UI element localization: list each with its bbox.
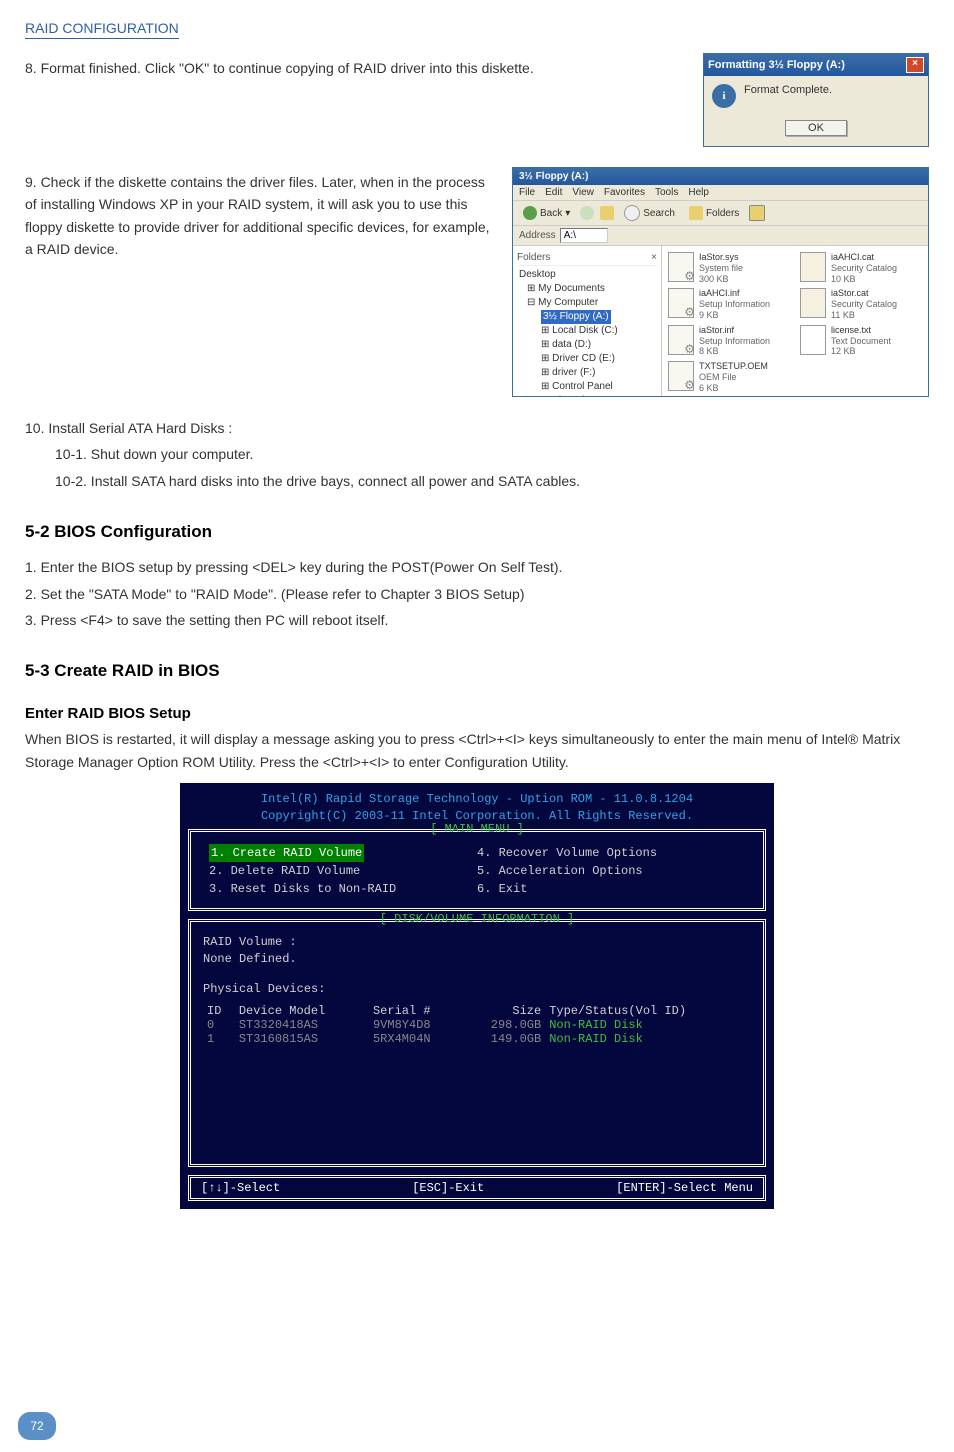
file-item[interactable]: license.txtText Document12 KB [800, 325, 922, 357]
bios-menu-exit[interactable]: 6. Exit [477, 880, 745, 898]
info-icon: i [712, 84, 736, 108]
sidebar-title: Folders [517, 252, 550, 263]
tree-desktop[interactable]: Desktop [519, 268, 657, 282]
bios-footer-exit: [ESC]-Exit [412, 1181, 484, 1195]
bios-header-line1: Intel(R) Rapid Storage Technology - Upti… [182, 791, 772, 808]
search-button[interactable]: Search [620, 204, 679, 222]
dialog-message: Format Complete. [744, 84, 832, 96]
step-10-text: 10. Install Serial ATA Hard Disks : [25, 417, 929, 439]
explorer-toolbar: Back ▾ Search Folders [513, 200, 928, 226]
s52-step3: 3. Press <F4> to save the setting then P… [25, 609, 929, 631]
up-icon[interactable] [600, 206, 614, 220]
file-icon [668, 288, 694, 318]
s52-step1: 1. Enter the BIOS setup by pressing <DEL… [25, 556, 929, 578]
folders-icon [689, 206, 703, 220]
file-icon [668, 325, 694, 355]
bios-raid-volume-value: None Defined. [203, 951, 751, 968]
bios-footer-select: [↑↓]-Select [201, 1181, 280, 1195]
folders-button[interactable]: Folders [685, 205, 743, 221]
tree-floppy[interactable]: 3½ Floppy (A:) [541, 310, 611, 324]
tree-mydocs[interactable]: My Documents [538, 283, 605, 294]
page-number-badge: 72 [18, 1412, 56, 1440]
tree-shared[interactable]: Shared Documents [552, 395, 638, 396]
file-icon [668, 252, 694, 282]
step-9-text: 9. Check if the diskette contains the dr… [25, 171, 492, 261]
explorer-window: 3½ Floppy (A:) File Edit View Favorites … [512, 167, 929, 397]
file-icon [668, 361, 694, 391]
section-5-3-subheading: Enter RAID BIOS Setup [25, 705, 929, 722]
section-5-2-heading: 5-2 BIOS Configuration [25, 522, 929, 542]
bios-menu-accel[interactable]: 5. Acceleration Options [477, 862, 745, 880]
bios-info-title: [ DISK/VOLUME INFORMATION ] [191, 912, 763, 926]
menu-view[interactable]: View [572, 187, 594, 198]
file-item[interactable]: iaStor.catSecurity Catalog11 KB [800, 288, 922, 320]
file-icon [800, 288, 826, 318]
table-row: 0 ST3320418AS 9VM8Y4D8 298.0GB Non-RAID … [203, 1018, 751, 1032]
bios-phys-label: Physical Devices: [203, 981, 751, 998]
tree-data-d[interactable]: data (D:) [552, 339, 591, 350]
s53-body: When BIOS is restarted, it will display … [25, 728, 929, 773]
search-icon [624, 205, 640, 221]
header-title: RAID CONFIGURATION [25, 20, 179, 39]
file-item[interactable]: iaAHCI.catSecurity Catalog10 KB [800, 252, 922, 284]
ok-button[interactable]: OK [785, 120, 847, 136]
bios-raid-volume-label: RAID Volume : [203, 934, 751, 951]
table-header-row: ID Device Model Serial # Size Type/Statu… [203, 1004, 751, 1018]
address-label: Address [519, 230, 556, 241]
menu-favorites[interactable]: Favorites [604, 187, 645, 198]
bios-menu-recover[interactable]: 4. Recover Volume Options [477, 844, 745, 862]
tree-mycomp[interactable]: My Computer [538, 297, 598, 308]
file-icon [800, 325, 826, 355]
step-10-1-text: 10-1. Shut down your computer. [55, 443, 929, 465]
close-icon[interactable]: × [906, 57, 924, 73]
bios-menu-reset[interactable]: 3. Reset Disks to Non-RAID [209, 880, 477, 898]
explorer-content: IaStor.sysSystem file300 KB iaAHCI.catSe… [662, 246, 928, 396]
explorer-sidebar: Folders × Desktop ⊞ My Documents ⊟ My Co… [513, 246, 662, 396]
file-item[interactable]: iaStor.infSetup Information8 KB [668, 325, 790, 357]
tree-driver-f[interactable]: driver (F:) [552, 367, 595, 378]
menu-edit[interactable]: Edit [545, 187, 562, 198]
step-8-text: 8. Format finished. Click "OK" to contin… [25, 57, 683, 79]
folder-tree[interactable]: Desktop ⊞ My Documents ⊟ My Computer 3½ … [517, 266, 657, 396]
tree-control[interactable]: Control Panel [552, 381, 613, 392]
tree-driver-cd[interactable]: Driver CD (E:) [552, 353, 615, 364]
bios-menu-delete[interactable]: 2. Delete RAID Volume [209, 862, 477, 880]
explorer-title: 3½ Floppy (A:) [513, 168, 928, 185]
step-10-2-text: 10-2. Install SATA hard disks into the d… [55, 470, 929, 492]
bios-footer: [↑↓]-Select [ESC]-Exit [ENTER]-Select Me… [188, 1175, 766, 1201]
format-dialog: Formatting 3½ Floppy (A:) × i Format Com… [703, 53, 929, 147]
file-icon [800, 252, 826, 282]
dialog-title: Formatting 3½ Floppy (A:) [708, 59, 845, 71]
views-icon[interactable] [749, 205, 765, 221]
address-input[interactable] [560, 228, 608, 243]
forward-icon[interactable] [580, 206, 594, 220]
explorer-menubar[interactable]: File Edit View Favorites Tools Help [513, 185, 928, 200]
back-icon [523, 206, 537, 220]
tree-localc[interactable]: Local Disk (C:) [552, 325, 618, 336]
file-item[interactable]: iaAHCI.infSetup Information9 KB [668, 288, 790, 320]
explorer-addressbar: Address [513, 226, 928, 246]
file-item[interactable]: TXTSETUP.OEMOEM File6 KB [668, 361, 790, 393]
table-row: 1 ST3160815AS 5RX4M04N 149.0GB Non-RAID … [203, 1032, 751, 1046]
bios-menu-create[interactable]: 1. Create RAID Volume [209, 844, 364, 862]
menu-tools[interactable]: Tools [655, 187, 678, 198]
section-5-3-heading: 5-3 Create RAID in BIOS [25, 661, 929, 681]
bios-screen: Intel(R) Rapid Storage Technology - Upti… [180, 783, 774, 1209]
bios-footer-enter: [ENTER]-Select Menu [616, 1181, 753, 1195]
menu-help[interactable]: Help [688, 187, 709, 198]
bios-main-menu-box: [ MAIN MENU ] 1. Create RAID Volume 2. D… [188, 829, 766, 911]
bios-device-table: ID Device Model Serial # Size Type/Statu… [203, 1004, 751, 1046]
bios-info-box: [ DISK/VOLUME INFORMATION ] RAID Volume … [188, 919, 766, 1167]
menu-file[interactable]: File [519, 187, 535, 198]
sidebar-close-icon[interactable]: × [651, 252, 657, 263]
back-button[interactable]: Back ▾ [519, 205, 574, 221]
s52-step2: 2. Set the "SATA Mode" to "RAID Mode". (… [25, 583, 929, 605]
file-item[interactable]: IaStor.sysSystem file300 KB [668, 252, 790, 284]
